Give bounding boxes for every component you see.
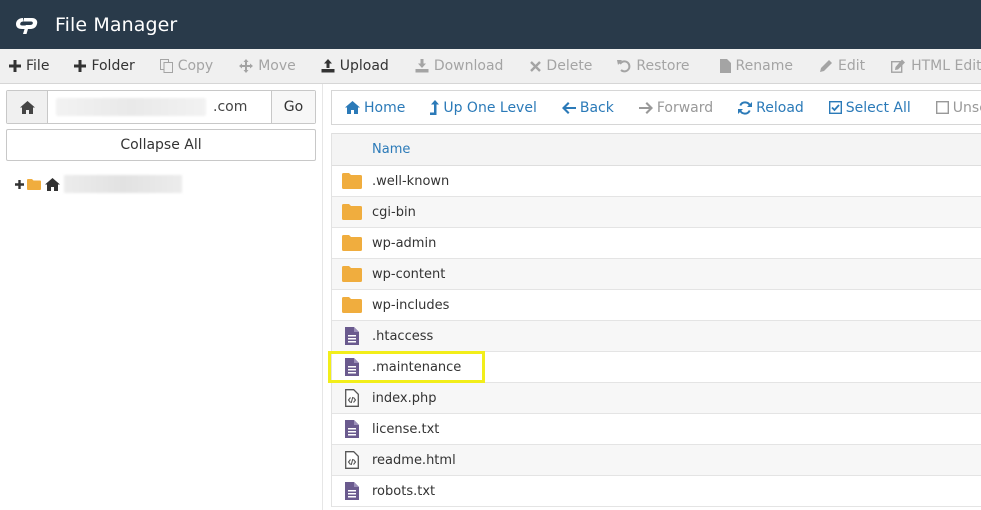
file-name: .well-known [372, 173, 450, 189]
file-name: wp-content [372, 266, 446, 282]
path-input[interactable]: .com [48, 91, 271, 123]
file-name: wp-admin [372, 235, 437, 251]
file-list-body: .well-known cgi-bin wp-admin wp-content wp-i… [332, 166, 981, 507]
text-file-icon [332, 482, 372, 500]
move-icon [239, 59, 254, 73]
file-name: cgi-bin [372, 204, 416, 220]
path-home-button[interactable] [7, 91, 48, 123]
text-file-icon [332, 358, 372, 376]
home-icon [45, 177, 60, 191]
text-file-icon [332, 420, 372, 438]
file-name: readme.html [372, 452, 456, 468]
folder-icon [332, 297, 372, 313]
rename-button[interactable]: Rename [719, 49, 793, 83]
undo-icon [617, 60, 631, 73]
up-one-level-button[interactable]: Up One Level [430, 91, 537, 124]
download-button[interactable]: Download [415, 49, 503, 83]
cpanel-logo-icon [15, 14, 47, 36]
main-toolbar: File Folder Copy Move Upload Download De… [0, 49, 981, 84]
copy-button[interactable]: Copy [159, 49, 213, 83]
file-name: wp-includes [372, 297, 450, 313]
file-name: robots.txt [372, 483, 436, 499]
navigation-bar: Home Up One Level Back Forward Reload Se… [331, 90, 981, 125]
redacted-domain [56, 98, 206, 116]
collapse-all-button[interactable]: Collapse All [6, 129, 316, 161]
reload-button[interactable]: Reload [738, 91, 804, 124]
plus-icon [74, 60, 87, 72]
code-file-icon [332, 389, 372, 407]
close-icon [530, 60, 542, 72]
file-name: .maintenance [372, 359, 462, 375]
file-row[interactable]: wp-includes [332, 290, 981, 321]
level-up-icon [430, 100, 440, 115]
go-button[interactable]: Go [271, 91, 315, 123]
file-name: .htaccess [372, 328, 434, 344]
download-icon [415, 59, 429, 73]
directory-tree-panel: .com Go Collapse All [0, 84, 322, 510]
tree-root-item[interactable] [15, 175, 182, 193]
home-icon [19, 100, 35, 114]
file-row[interactable]: .htaccess [332, 321, 981, 352]
delete-button[interactable]: Delete [530, 49, 592, 83]
name-column-header[interactable]: Name [372, 142, 410, 157]
path-bar: .com Go [6, 90, 316, 124]
expand-plus-icon[interactable] [15, 179, 24, 189]
upload-icon [321, 59, 335, 73]
forward-button[interactable]: Forward [638, 91, 713, 124]
redacted-root-label [64, 175, 182, 193]
pencil-icon [819, 60, 832, 72]
file-row[interactable]: wp-admin [332, 228, 981, 259]
arrow-left-icon [561, 101, 576, 114]
folder-icon [332, 266, 372, 282]
unselect-all-button[interactable]: Unselect [935, 91, 981, 124]
file-list-table: Name .well-known cgi-bin wp-admin wp-conten… [331, 133, 981, 507]
app-title: File Manager [55, 13, 178, 36]
nav-home-button[interactable]: Home [345, 91, 405, 124]
folder-icon [332, 235, 372, 251]
folder-icon [332, 173, 372, 189]
copy-icon [159, 59, 173, 73]
table-header: Name [332, 133, 981, 166]
file-row[interactable]: index.php [332, 383, 981, 414]
plus-icon [9, 60, 21, 72]
edit-square-icon [891, 59, 906, 73]
file-row[interactable]: robots.txt [332, 476, 981, 507]
code-file-icon [332, 451, 372, 469]
new-folder-button[interactable]: Folder [74, 49, 135, 83]
upload-button[interactable]: Upload [321, 49, 389, 83]
arrow-right-icon [638, 101, 653, 114]
file-row[interactable]: .maintenance [332, 352, 981, 383]
panel-divider [322, 84, 323, 510]
restore-button[interactable]: Restore [617, 49, 690, 83]
move-button[interactable]: Move [239, 49, 296, 83]
checkbox-checked-icon [828, 101, 842, 114]
html-editor-button[interactable]: HTML Editor [891, 49, 981, 83]
select-all-button[interactable]: Select All [828, 91, 911, 124]
text-file-icon [332, 327, 372, 345]
checkbox-empty-icon [935, 101, 949, 114]
file-icon [719, 59, 731, 73]
edit-button[interactable]: Edit [819, 49, 865, 83]
path-domain-suffix: .com [213, 99, 248, 115]
file-name: index.php [372, 390, 437, 406]
file-row[interactable]: wp-content [332, 259, 981, 290]
file-row[interactable]: .well-known [332, 166, 981, 197]
folder-icon [332, 204, 372, 220]
folder-icon [27, 178, 41, 190]
file-row[interactable]: license.txt [332, 414, 981, 445]
app-header: File Manager [0, 0, 981, 49]
home-icon [345, 101, 360, 114]
refresh-icon [738, 100, 753, 115]
back-button[interactable]: Back [561, 91, 614, 124]
file-name: license.txt [372, 421, 440, 437]
file-row[interactable]: cgi-bin [332, 197, 981, 228]
file-row[interactable]: readme.html [332, 445, 981, 476]
new-file-button[interactable]: File [9, 49, 49, 83]
